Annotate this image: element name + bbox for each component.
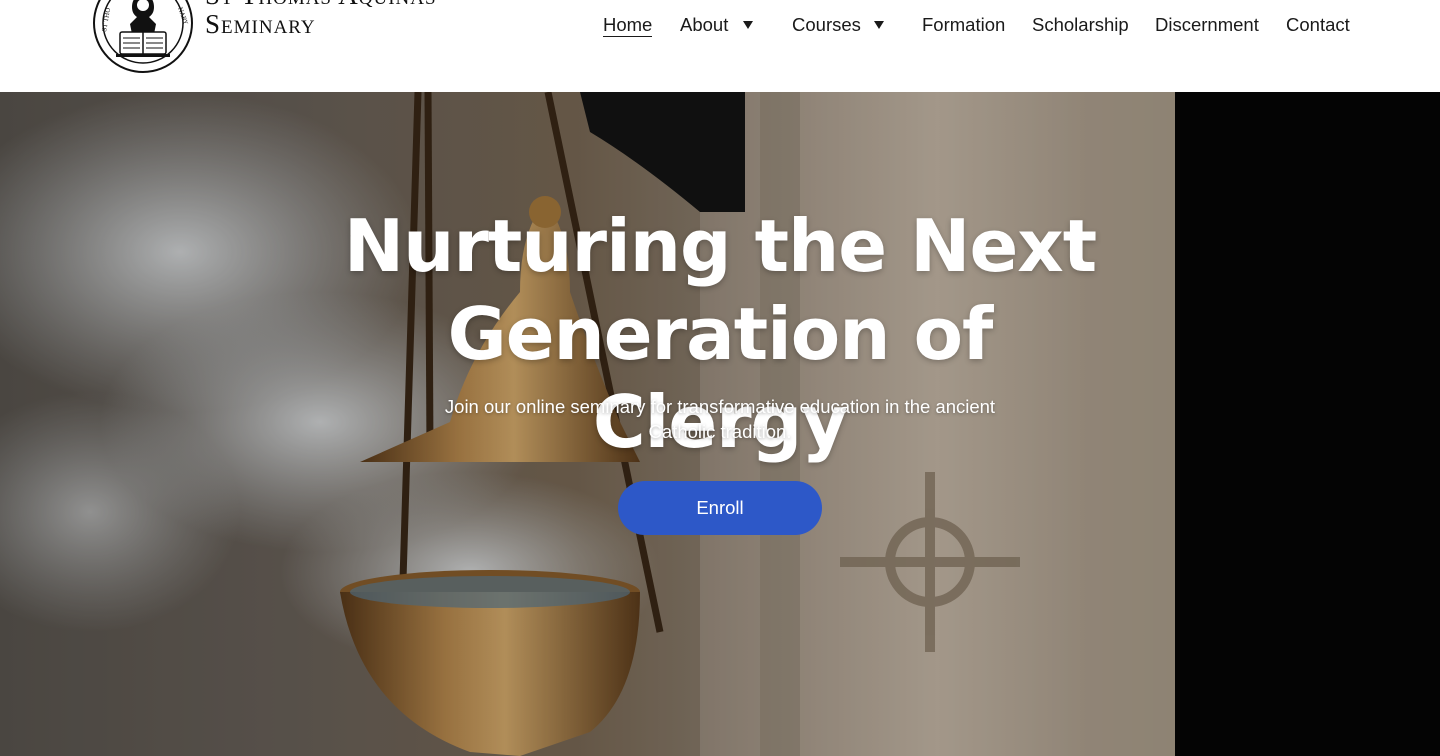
hero-section: Nurturing the Next Generation of Clergy … xyxy=(0,92,1440,756)
nav-item-about[interactable]: About xyxy=(680,12,728,38)
hero-title-line-1: Nurturing the Next xyxy=(343,204,1097,288)
nav-item-formation[interactable]: Formation xyxy=(922,12,1005,38)
caret-down-icon[interactable] xyxy=(743,12,753,38)
nav-item-scholarship[interactable]: Scholarship xyxy=(1032,12,1129,38)
hero-subtitle: Join our online seminary for transformat… xyxy=(444,396,996,442)
caret-down-icon[interactable] xyxy=(874,12,884,38)
nav-item-discernment[interactable]: Discernment xyxy=(1155,12,1259,38)
main-nav: Home About Courses Formation Scholarship… xyxy=(0,0,1440,92)
enroll-button[interactable]: Enroll xyxy=(618,481,822,535)
nav-item-label: Home xyxy=(603,14,653,37)
nav-item-label: Scholarship xyxy=(1032,14,1129,35)
nav-item-label: Courses xyxy=(792,14,861,35)
nav-item-label: Formation xyxy=(922,14,1006,35)
nav-item-label: Discernment xyxy=(1155,14,1259,35)
site-header: ST THO NARY St Thomas Aquinas Seminary H… xyxy=(0,0,1440,92)
nav-item-label: About xyxy=(680,14,729,35)
nav-item-label: Contact xyxy=(1286,14,1350,35)
nav-item-home[interactable]: Home xyxy=(603,12,653,38)
nav-item-contact[interactable]: Contact xyxy=(1286,12,1350,38)
nav-item-courses[interactable]: Courses xyxy=(792,12,861,38)
